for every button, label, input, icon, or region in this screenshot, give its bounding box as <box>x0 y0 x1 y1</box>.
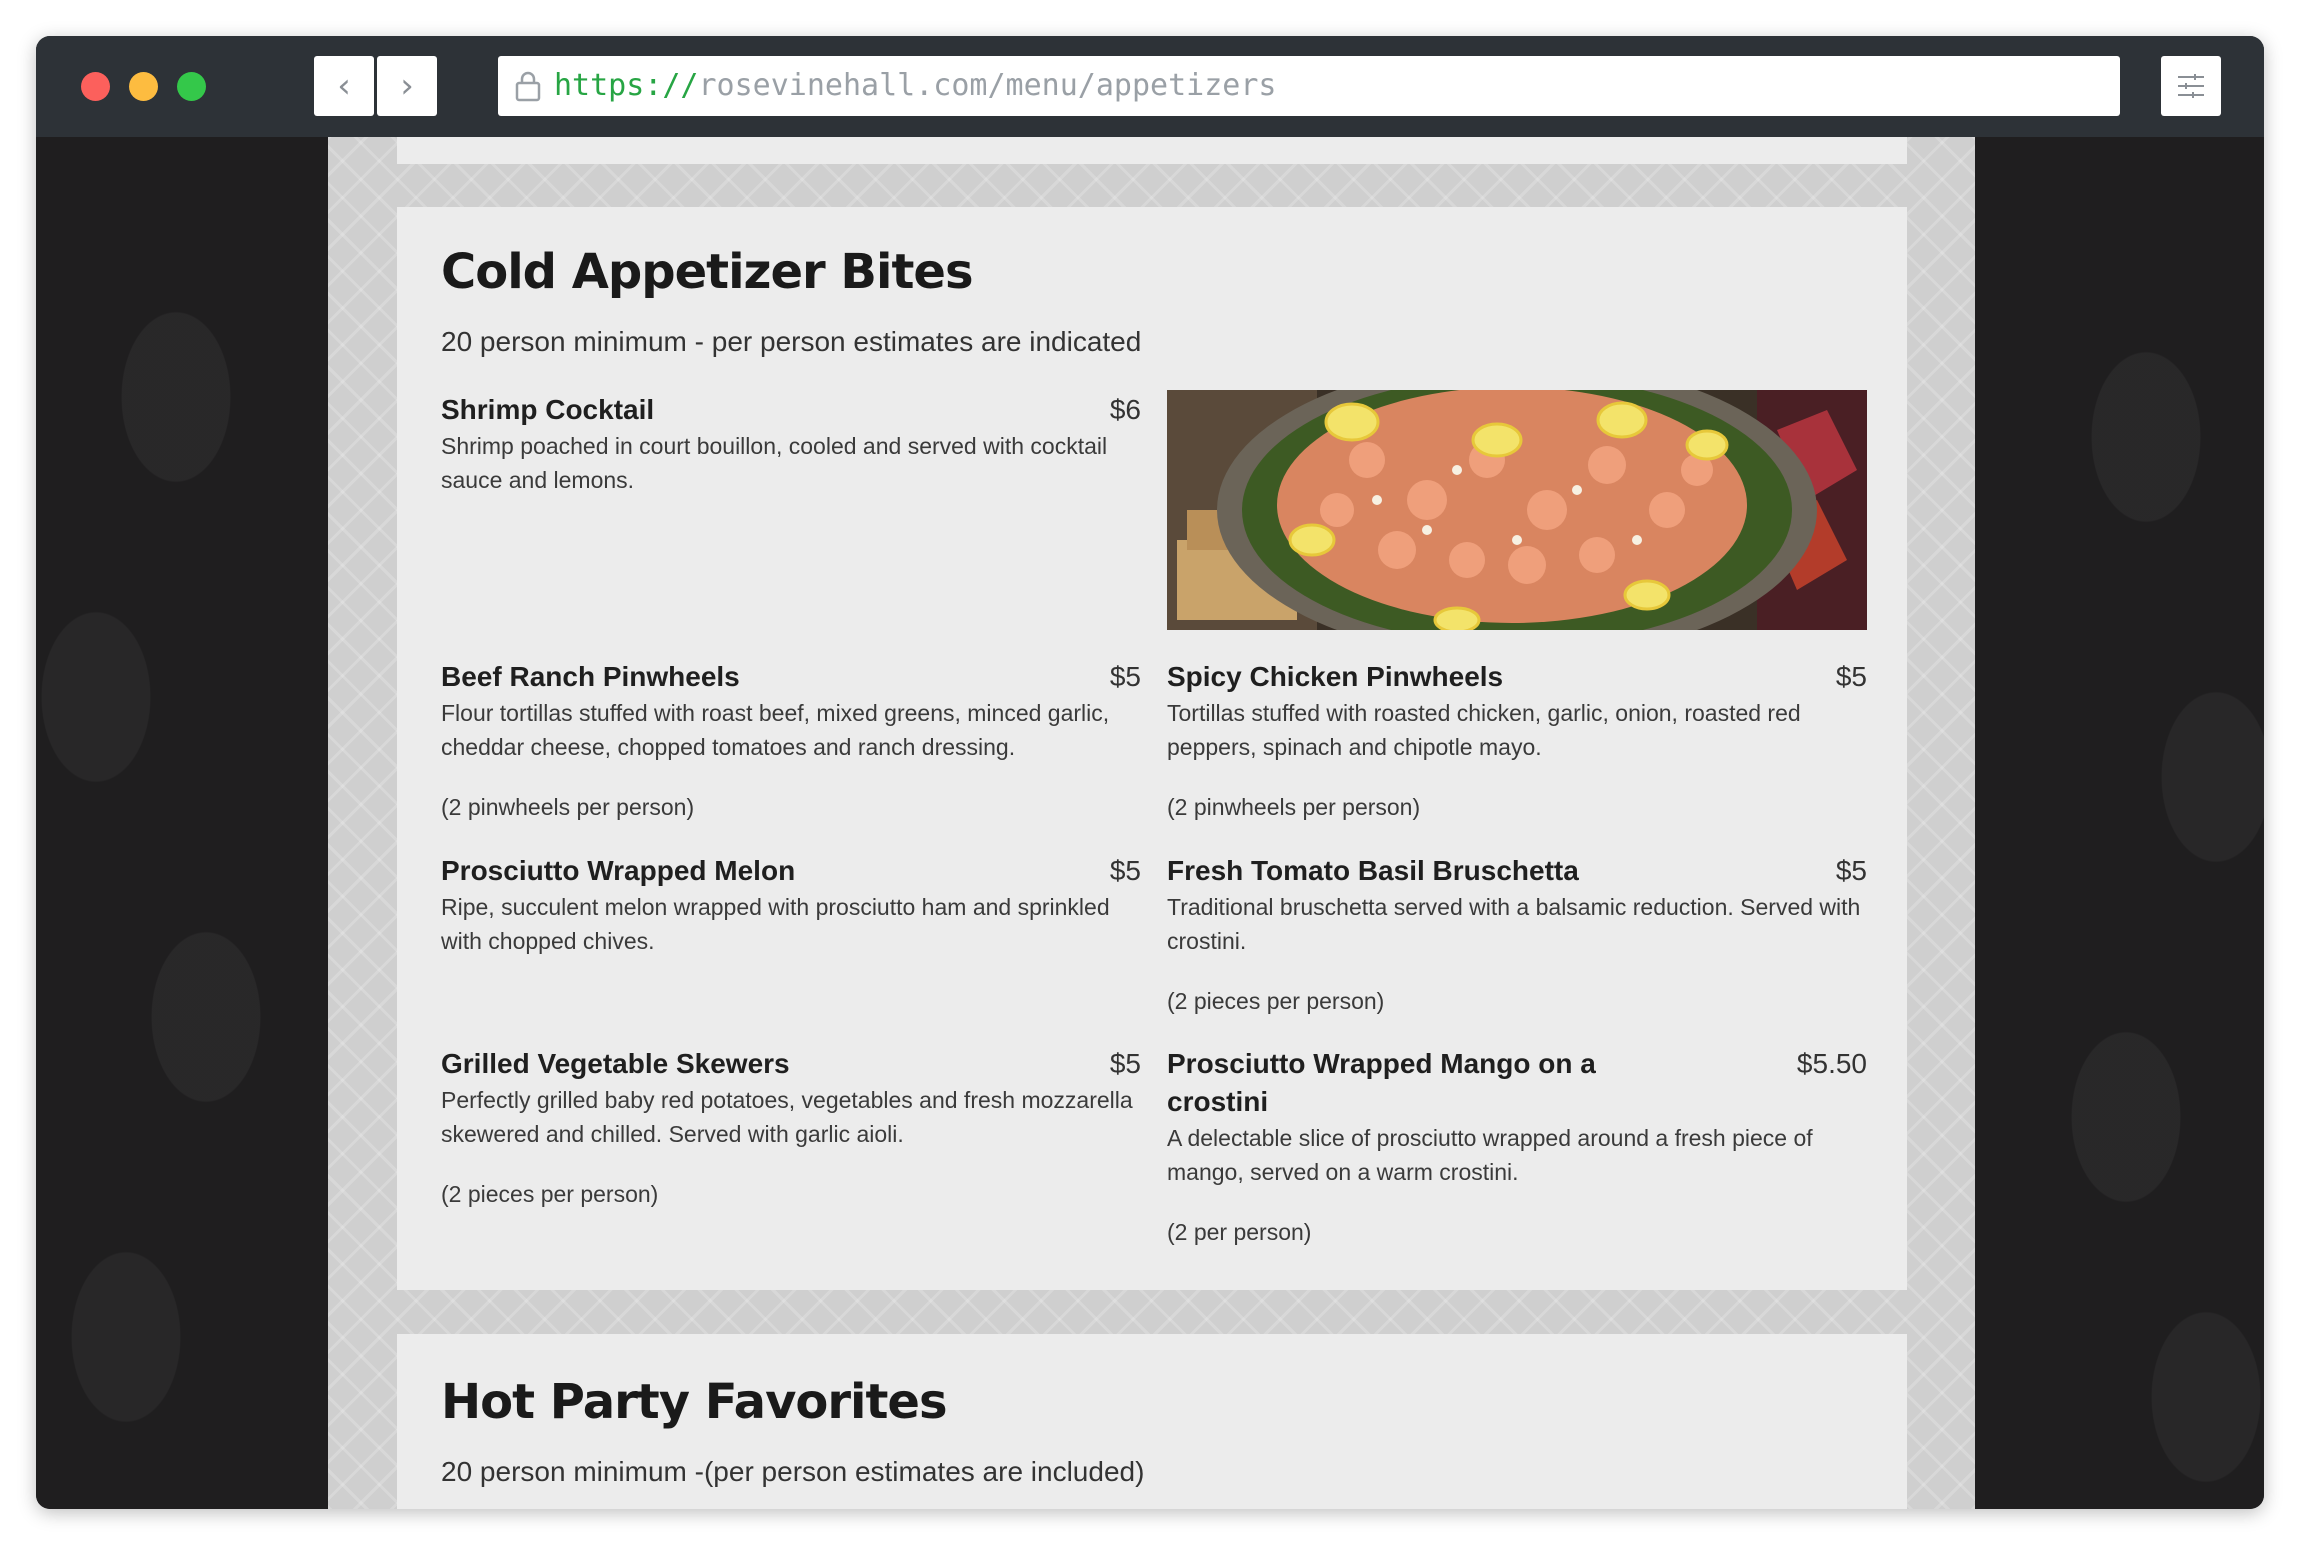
cold-appetizers-section: Cold Appetizer Bites 20 person minimum -… <box>397 207 1907 1290</box>
chevron-right-icon: › <box>400 66 414 106</box>
settings-button[interactable] <box>2161 56 2221 116</box>
item-description: Traditional bruschetta served with a bal… <box>1167 894 1861 954</box>
item-name: Grilled Vegetable Skewers <box>441 1048 790 1079</box>
browser-toolbar: ‹ › https://rosevinehall.com/menu/appeti… <box>36 36 2264 137</box>
section-subtitle: 20 person minimum - per person estimates… <box>441 326 1142 357</box>
item-description: Ripe, succulent melon wrapped with prosc… <box>441 894 1110 954</box>
menu-item: Spicy Chicken Pinwheels $5 Tortillas stu… <box>1167 658 1867 824</box>
menu-item: Grilled Vegetable Skewers $5 Perfectly g… <box>441 1045 1141 1211</box>
item-name: Spicy Chicken Pinwheels <box>1167 661 1504 692</box>
item-name: Prosciutto Wrapped Melon <box>441 855 796 886</box>
item-price: $5 <box>1835 855 1867 886</box>
menu-item: Prosciutto Wrapped Melon $5 Ripe, succul… <box>441 852 1141 958</box>
sliders-icon <box>2178 74 2204 98</box>
item-price: $5 <box>1109 1048 1141 1079</box>
menu-item: Fresh Tomato Basil Bruschetta $5 Traditi… <box>1167 852 1867 1018</box>
item-name: Shrimp Cocktail <box>441 394 655 425</box>
close-window-button[interactable] <box>81 72 110 101</box>
address-bar[interactable]: https://rosevinehall.com/menu/appetizers <box>498 56 2120 116</box>
lock-icon <box>515 71 541 102</box>
chevron-left-icon: ‹ <box>337 66 351 106</box>
item-description: A delectable slice of prosciutto wrapped… <box>1167 1125 1813 1185</box>
item-note: (2 pieces per person) <box>441 1181 659 1207</box>
item-note: (2 pieces per person) <box>1167 988 1385 1014</box>
menu-item: Shrimp Cocktail $6 Shrimp poached in cou… <box>441 391 1141 497</box>
content-column: Cold Appetizer Bites 20 person minimum -… <box>328 137 1975 1509</box>
item-description: Perfectly grilled baby red potatoes, veg… <box>441 1087 1133 1147</box>
previous-section-card <box>397 137 1907 164</box>
maximize-window-button[interactable] <box>177 72 206 101</box>
url-path: rosevinehall.com/menu/appetizers <box>698 68 1277 103</box>
section-title: Hot Party Favorites <box>441 1374 948 1430</box>
item-description: Shrimp poached in court bouillon, cooled… <box>441 433 1108 493</box>
hot-party-favorites-section: Hot Party Favorites 20 person minimum -(… <box>397 1334 1907 1509</box>
browser-window: ‹ › https://rosevinehall.com/menu/appeti… <box>36 36 2264 1509</box>
url-scheme: https:// <box>554 68 699 103</box>
item-note: (2 per person) <box>1167 1219 1312 1245</box>
item-name: Fresh Tomato Basil Bruschetta <box>1167 855 1579 886</box>
item-description: Flour tortillas stuffed with roast beef,… <box>441 700 1110 760</box>
item-price: $6 <box>1109 394 1141 425</box>
item-price: $5 <box>1109 661 1141 692</box>
page-viewport[interactable]: Cold Appetizer Bites 20 person minimum -… <box>36 137 2264 1509</box>
item-description: Tortillas stuffed with roasted chicken, … <box>1167 700 1801 760</box>
back-button[interactable]: ‹ <box>314 56 374 116</box>
shrimp-cocktail-photo <box>1167 390 1867 630</box>
item-name: Prosciutto Wrapped Mango on a crostini <box>1167 1048 1596 1117</box>
forward-button[interactable]: › <box>377 56 437 116</box>
minimize-window-button[interactable] <box>129 72 158 101</box>
item-price: $5.50 <box>1796 1048 1867 1079</box>
item-note: (2 pinwheels per person) <box>441 794 695 820</box>
menu-item: Beef Ranch Pinwheels $5 Flour tortillas … <box>441 658 1141 824</box>
item-price: $5 <box>1109 855 1141 886</box>
item-note: (2 pinwheels per person) <box>1167 794 1421 820</box>
item-name: Beef Ranch Pinwheels <box>441 661 740 692</box>
menu-item: Prosciutto Wrapped Mango on a crostini $… <box>1167 1045 1867 1249</box>
url-text: https://rosevinehall.com/menu/appetizers <box>554 56 1276 116</box>
item-price: $5 <box>1835 661 1867 692</box>
section-title: Cold Appetizer Bites <box>441 244 974 300</box>
section-subtitle: 20 person minimum -(per person estimates… <box>441 1456 1145 1487</box>
